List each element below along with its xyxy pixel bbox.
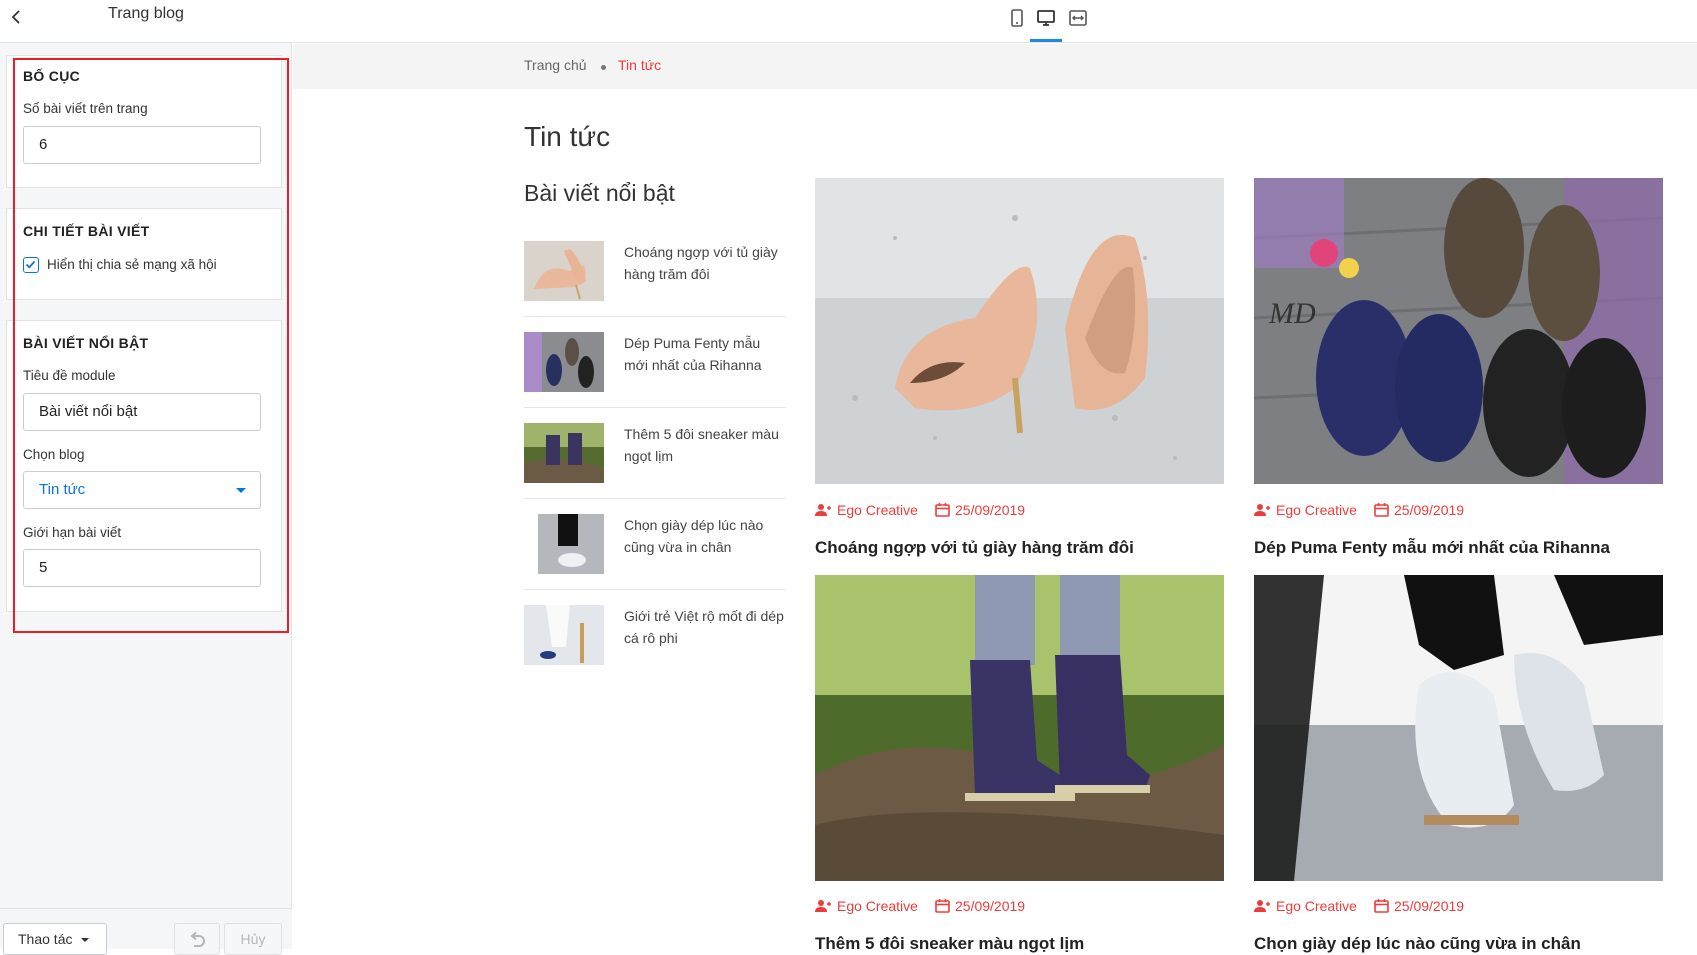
breadcrumb-current: Tin tức [618,57,662,73]
featured-post-item[interactable]: Chọn giày dép lúc nào cũng vừa in chân [524,504,786,582]
featured-panel: BÀI VIẾT NỔI BẬT Tiêu đề module Bài viết… [6,320,282,612]
post-author-name: Ego Creative [837,898,918,914]
checkmark-icon [25,260,36,269]
posts-per-page-input[interactable]: 6 [23,126,261,164]
blog-select[interactable]: Tin tức [23,471,261,509]
caret-down-icon [81,938,89,942]
mobile-view-button[interactable] [1003,4,1031,32]
post-author: Ego Creative [815,502,945,520]
post-date: 25/09/2019 [935,502,1045,520]
featured-post-item[interactable]: Dép Puma Fenty mẫu mới nhất của Rihanna [524,322,786,400]
featured-post-thumbnail [524,332,604,392]
post-image[interactable] [1254,575,1663,881]
featured-divider [524,498,786,499]
featured-post-thumbnail [524,514,604,574]
sidebar-footer: Thao tác Hủy [0,908,292,955]
settings-sidebar: Trang blog BỐ CỤC Số bài viết trên trang… [0,0,292,955]
post-limit-label: Giới hạn bài viết [23,525,122,540]
featured-posts-title: Bài viết nổi bật [524,180,675,206]
device-toolbar [293,0,1697,43]
expand-horizontal-icon [1069,10,1087,26]
post-title[interactable]: Thêm 5 đôi sneaker màu ngọt lịm [815,934,1084,954]
user-icon [815,900,831,912]
desktop-view-button[interactable] [1032,4,1060,32]
featured-post-item[interactable]: Giới trẻ Việt rộ mốt đi dép cá rô phi [524,595,786,673]
svg-text:MD: MD [1268,297,1316,330]
desktop-icon [1037,10,1055,26]
layout-panel: BỐ CỤC Số bài viết trên trang 6 [6,55,282,188]
breadcrumb-home-link[interactable]: Trang chủ [524,57,587,73]
post-author-name: Ego Creative [837,502,918,518]
post-image[interactable] [815,575,1224,881]
post-date: 25/09/2019 [1374,898,1484,916]
featured-post-title: Dép Puma Fenty mẫu mới nhất của Rihanna [624,335,762,373]
fullwidth-view-button[interactable] [1064,4,1092,32]
calendar-icon [935,503,950,517]
post-date: 25/09/2019 [1374,502,1484,520]
breadcrumb-separator [601,65,606,70]
featured-post-title: Choáng ngợp với tủ giày hàng trăm đôi [624,244,778,282]
post-photo-puma-slides: MD [1254,178,1663,484]
featured-post-item[interactable]: Choáng ngợp với tủ giày hàng trăm đôi [524,231,786,309]
post-detail-panel-title: CHI TIẾT BÀI VIẾT [23,223,150,239]
sidebar-header: Trang blog [0,0,292,43]
active-device-indicator [1030,39,1062,42]
undo-icon [190,931,205,947]
post-title[interactable]: Chọn giày dép lúc nào cũng vừa in chân [1254,934,1581,954]
post-photo-pink-heels [815,178,1224,484]
mobile-icon [1011,9,1023,27]
post-author: Ego Creative [1254,502,1384,520]
featured-post-title: Giới trẻ Việt rộ mốt đi dép cá rô phi [624,608,784,646]
featured-post-title: Chọn giày dép lúc nào cũng vừa in chân [624,517,764,555]
featured-post-thumbnail [524,605,604,665]
user-icon [1254,504,1270,516]
module-title-input[interactable]: Bài viết nổi bật [23,393,261,431]
sidebar-title: Trang blog [108,5,184,22]
featured-divider [524,589,786,590]
featured-post-item[interactable]: Thêm 5 đôi sneaker màu ngọt lịm [524,413,786,491]
post-image[interactable]: MD [1254,178,1663,484]
post-date-value: 25/09/2019 [1394,898,1465,914]
post-title[interactable]: Choáng ngợp với tủ giày hàng trăm đôi [815,538,1134,558]
actions-dropdown[interactable]: Thao tác [3,923,107,955]
post-detail-panel: CHI TIẾT BÀI VIẾT Hiển thị chia sẻ mạng … [6,208,282,300]
caret-down-icon [236,488,246,493]
post-date-value: 25/09/2019 [1394,502,1465,518]
breadcrumb [293,44,1697,89]
featured-panel-title: BÀI VIẾT NỔI BẬT [23,335,149,351]
post-limit-input[interactable]: 5 [23,549,261,587]
featured-post-thumbnail [524,241,604,301]
featured-post-title: Thêm 5 đôi sneaker màu ngọt lịm [624,426,779,464]
user-icon [1254,900,1270,912]
post-author: Ego Creative [1254,898,1384,916]
calendar-icon [1374,503,1389,517]
featured-post-thumbnail [524,423,604,483]
post-date-value: 25/09/2019 [955,502,1026,518]
blog-select-label: Chọn blog [23,447,85,462]
calendar-icon [935,899,950,913]
actions-dropdown-label: Thao tác [18,931,73,947]
posts-per-page-label: Số bài viết trên trang [23,101,148,116]
share-checkbox-label: Hiển thị chia sẻ mạng xã hội [47,257,217,272]
blog-select-value: Tin tức [39,481,86,498]
post-author-name: Ego Creative [1276,502,1357,518]
post-photo-purple-boots [815,575,1224,881]
post-image[interactable] [815,178,1224,484]
undo-button[interactable] [174,923,220,955]
page-title: Tin tức [524,121,611,152]
calendar-icon [1374,899,1389,913]
post-author-name: Ego Creative [1276,898,1357,914]
post-date: 25/09/2019 [935,898,1045,916]
post-title[interactable]: Dép Puma Fenty mẫu mới nhất của Rihanna [1254,538,1610,558]
featured-divider [524,407,786,408]
featured-divider [524,316,786,317]
share-checkbox[interactable] [23,257,39,273]
user-icon [815,504,831,516]
cancel-button[interactable]: Hủy [224,923,282,955]
post-date-value: 25/09/2019 [955,898,1026,914]
post-author: Ego Creative [815,898,945,916]
module-title-label: Tiêu đề module [23,368,116,383]
post-photo-white-oxfords [1254,575,1663,881]
layout-panel-title: BỐ CỤC [23,68,81,84]
